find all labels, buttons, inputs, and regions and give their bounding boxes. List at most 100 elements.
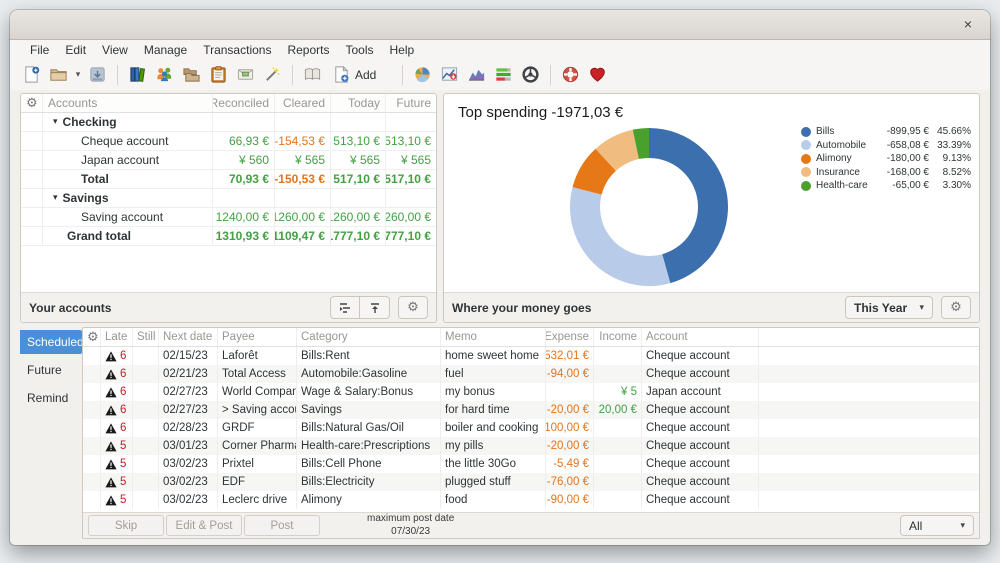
bar-report-button[interactable] xyxy=(490,62,517,88)
scheduled-row[interactable]: 6 02/21/23 Total Access Automobile:Gasoline… xyxy=(83,365,979,383)
accounts-button[interactable] xyxy=(124,62,151,88)
support-button[interactable] xyxy=(557,62,584,88)
account-value: ¥ 565 xyxy=(331,151,386,169)
late-count: 5 xyxy=(120,440,127,452)
report-button[interactable] xyxy=(436,62,463,88)
accounts-column-accounts[interactable]: Accounts xyxy=(43,94,213,112)
late-cell: 6 xyxy=(101,419,133,437)
gear-icon[interactable]: ⚙ xyxy=(21,94,43,112)
menu-file[interactable]: File xyxy=(24,42,55,58)
account-row-japan-account[interactable]: Japan account ¥ 560 ¥ 565 ¥ 565 ¥ 565 xyxy=(21,151,436,170)
tab-remind[interactable]: Remind xyxy=(20,386,82,410)
collapse-caret-icon[interactable]: ▾ xyxy=(53,117,58,127)
row-gutter xyxy=(83,491,101,509)
late-cell: 5 xyxy=(101,437,133,455)
menu-tools[interactable]: Tools xyxy=(339,42,379,58)
save-button[interactable] xyxy=(84,62,111,88)
still-cell xyxy=(133,365,159,383)
filter-dropdown[interactable]: All ▾ xyxy=(900,515,974,536)
open-file-button[interactable] xyxy=(45,62,72,88)
account-row-cheque-account[interactable]: Cheque account 66,93 € -154,53 €513,10 €51… xyxy=(21,132,436,151)
account-name: ▾ Checking xyxy=(43,113,213,131)
collapse-caret-icon[interactable]: ▾ xyxy=(53,193,58,203)
edit-post-button[interactable]: Edit & Post xyxy=(166,515,242,536)
accounts-settings-button[interactable]: ⚙ xyxy=(398,296,428,319)
open-file-menu-caret[interactable]: ▾ xyxy=(72,69,84,80)
menu-reports[interactable]: Reports xyxy=(281,42,335,58)
payees-button[interactable] xyxy=(151,62,178,88)
scheduled-operations-button[interactable] xyxy=(205,62,232,88)
scheduled-column-late[interactable]: Late xyxy=(101,328,133,346)
scheduled-column-expense[interactable]: Expense xyxy=(546,328,594,346)
chart-settings-button[interactable]: ⚙ xyxy=(941,296,971,319)
still-cell xyxy=(133,491,159,509)
accounts-column-today[interactable]: Today xyxy=(331,94,386,112)
accounts-header-row: ⚙ Accounts Reconciled Cleared Today Future xyxy=(21,94,436,113)
area-chart-button[interactable] xyxy=(463,62,490,88)
close-icon[interactable]: × xyxy=(958,15,978,35)
category-cell: Bills:Cell Phone xyxy=(297,455,441,473)
accounts-column-cleared[interactable]: Cleared xyxy=(275,94,331,112)
scheduled-row[interactable]: 6 02/27/23 World Company Wage & Salary:Bonu… xyxy=(83,383,979,401)
legend-item-health-care[interactable]: Health-care -65,00 € 3.30% xyxy=(801,179,971,193)
new-document-button[interactable] xyxy=(18,62,45,88)
scheduled-row[interactable]: 6 02/15/23 Laforêt Bills:Rent home sweet hom… xyxy=(83,347,979,365)
account-name: Total xyxy=(43,170,213,188)
scheduled-row[interactable]: 5 03/01/23 Corner Pharma Health-care:Prescr… xyxy=(83,437,979,455)
scheduled-column-account[interactable]: Account xyxy=(642,328,759,346)
scheduled-row[interactable]: 5 03/02/23 EDF Bills:Electricity plugged stu… xyxy=(83,473,979,491)
menu-transactions[interactable]: Transactions xyxy=(197,42,277,58)
scheduled-column-memo[interactable]: Memo xyxy=(441,328,546,346)
account-row-savings[interactable]: ▾ Savings xyxy=(21,189,436,208)
collapse-all-button[interactable] xyxy=(360,296,390,319)
pie-chart-button[interactable] xyxy=(409,62,436,88)
legend-item-insurance[interactable]: Insurance -168,00 € 8.52% xyxy=(801,166,971,180)
account-row-checking[interactable]: ▾ Checking xyxy=(21,113,436,132)
advice-wand-button[interactable] xyxy=(259,62,286,88)
donut-chart[interactable] xyxy=(564,122,734,292)
scheduled-column-still[interactable]: Still xyxy=(133,328,159,346)
scheduled-row[interactable]: 5 03/02/23 Leclerc drive Alimony food -90,00 … xyxy=(83,491,979,509)
account-row-total[interactable]: Total 70,93 € -150,53 €517,10 €517,10 € xyxy=(21,170,436,189)
dashboard-button[interactable] xyxy=(517,62,544,88)
ledger-button[interactable] xyxy=(299,62,326,88)
row-gutter xyxy=(21,170,43,188)
donut-slice-automobile[interactable] xyxy=(570,187,671,286)
add-operation-button[interactable]: Add xyxy=(326,62,382,88)
period-dropdown[interactable]: This Year ▾ xyxy=(845,296,933,319)
expand-all-button[interactable] xyxy=(330,296,360,319)
skip-button[interactable]: Skip xyxy=(88,515,164,536)
expense-cell: -20,00 € xyxy=(546,437,594,455)
scheduled-column-income[interactable]: Income xyxy=(594,328,642,346)
donate-heart-button[interactable] xyxy=(584,62,611,88)
account-value: 66,93 € xyxy=(213,132,275,150)
scheduled-row[interactable]: 6 02/28/23 GRDF Bills:Natural Gas/Oil boiler… xyxy=(83,419,979,437)
account-name-label: Japan account xyxy=(81,153,160,167)
legend-item-alimony[interactable]: Alimony -180,00 € 9.13% xyxy=(801,152,971,166)
scheduled-row[interactable]: 6 02/27/23> Saving accountSavingsfor hard… xyxy=(83,401,979,419)
mail-bill-button[interactable] xyxy=(232,62,259,88)
scheduled-column-category[interactable]: Category xyxy=(297,328,441,346)
scheduled-column-payee[interactable]: Payee xyxy=(218,328,297,346)
title-bar[interactable]: × xyxy=(10,10,990,40)
tab-future[interactable]: Future xyxy=(20,358,82,382)
menu-edit[interactable]: Edit xyxy=(59,42,92,58)
account-value xyxy=(213,113,275,131)
accounts-column-future[interactable]: Future xyxy=(386,94,436,112)
menu-help[interactable]: Help xyxy=(384,42,421,58)
gear-icon[interactable]: ⚙ xyxy=(83,328,101,346)
legend-item-bills[interactable]: Bills -899,95 € 45.66% xyxy=(801,125,971,139)
accounts-column-reconciled[interactable]: Reconciled xyxy=(213,94,275,112)
scheduled-row[interactable]: 5 03/02/23 Prixtel Bills:Cell Phone the litt… xyxy=(83,455,979,473)
menu-manage[interactable]: Manage xyxy=(138,42,193,58)
account-row-saving-account[interactable]: Saving account 1240,00 €1260,00 €1260,00 … xyxy=(21,208,436,227)
tab-scheduled[interactable]: Scheduled xyxy=(20,330,84,354)
post-button[interactable]: Post xyxy=(244,515,320,536)
scheduled-column-next-date[interactable]: Next date xyxy=(159,328,218,346)
categories-button[interactable] xyxy=(178,62,205,88)
menu-view[interactable]: View xyxy=(96,42,134,58)
legend-item-automobile[interactable]: Automobile -658,08 € 33.39% xyxy=(801,139,971,153)
toolbar: ▾ Add xyxy=(10,59,990,90)
account-row-grand-total[interactable]: Grand total1310,93 €1109,47 €1777,10 €17… xyxy=(21,227,436,246)
account-value xyxy=(331,189,386,207)
